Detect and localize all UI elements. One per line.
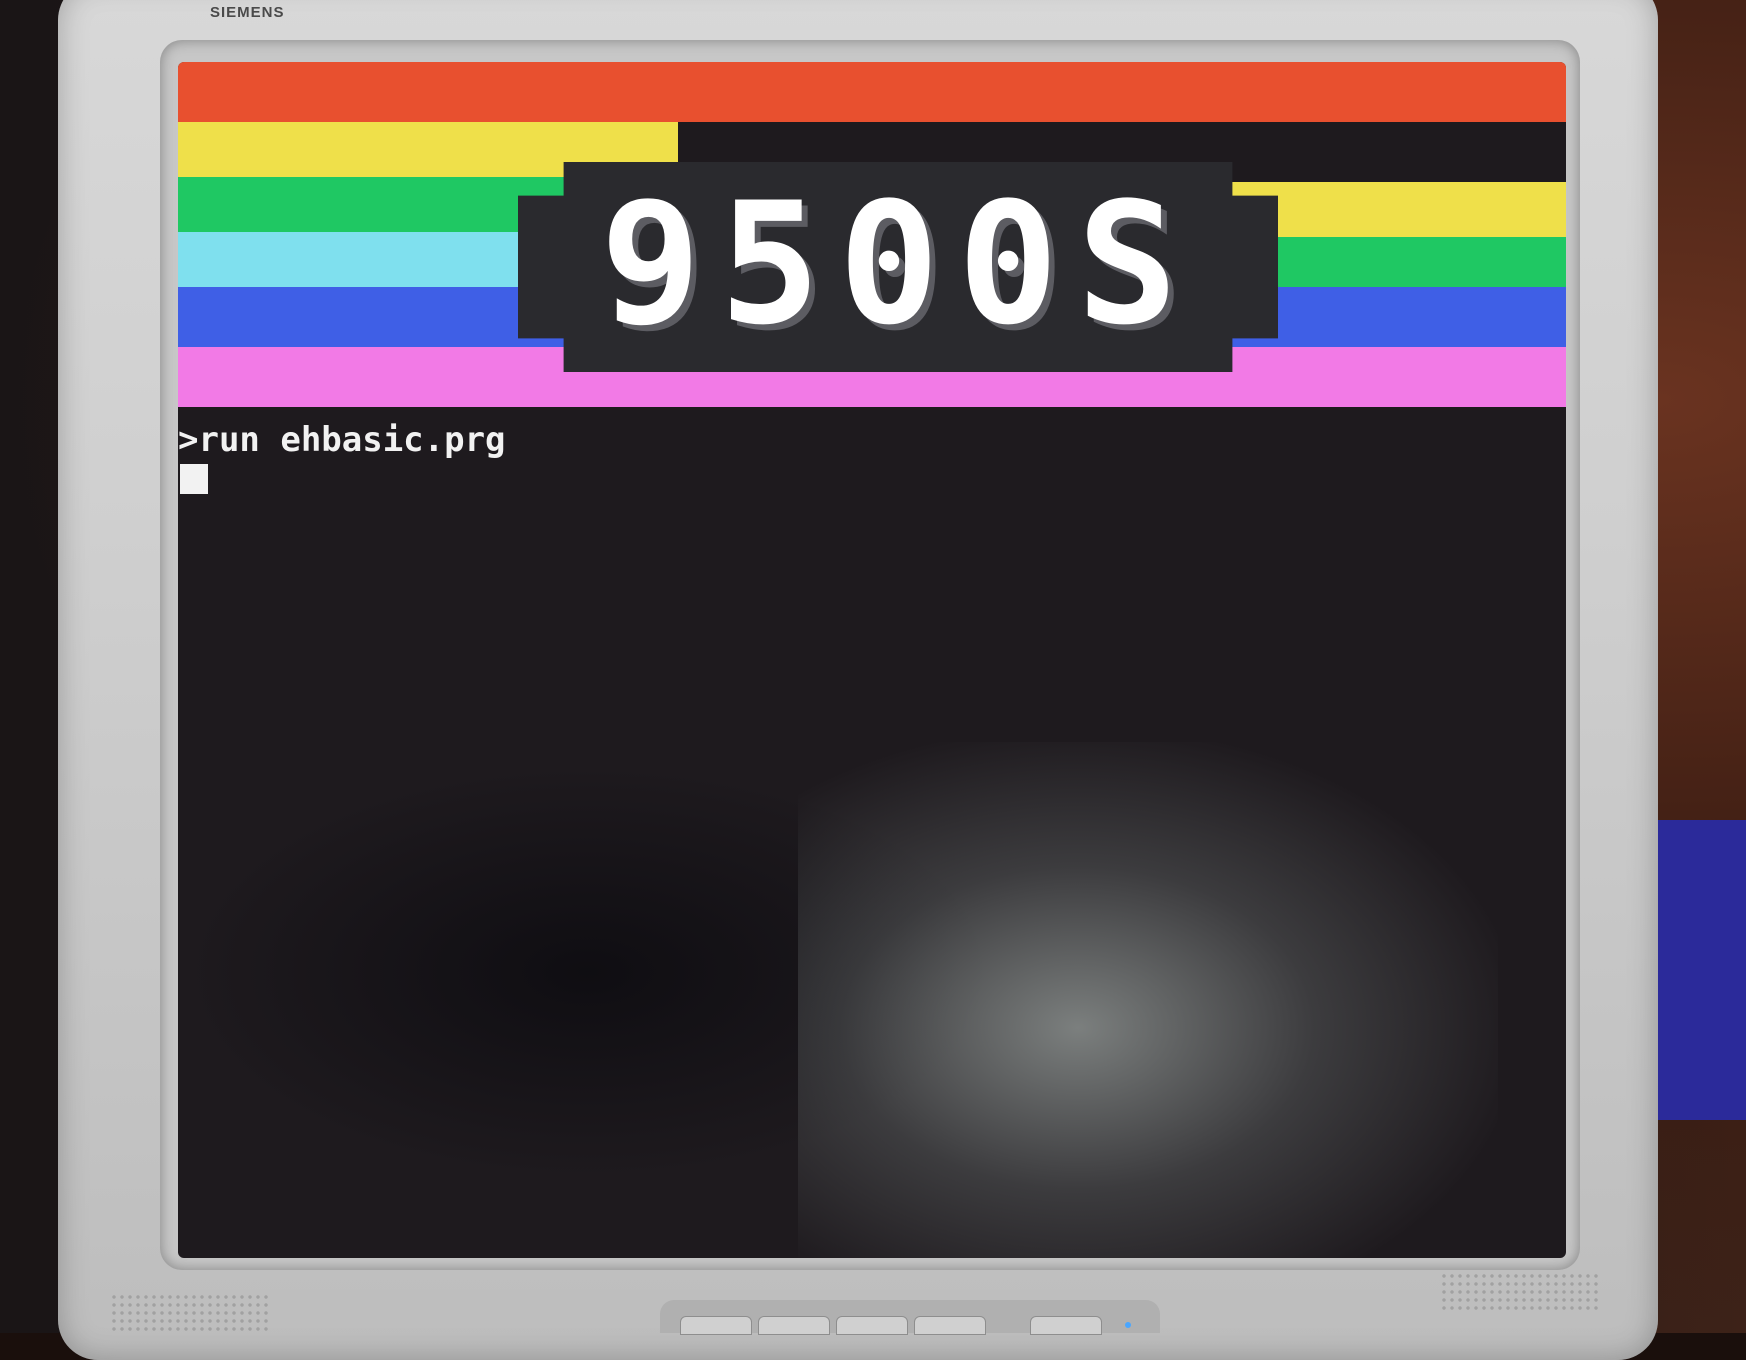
speaker-grille-right (1440, 1272, 1600, 1312)
monitor-screen[interactable]: 9500S >run ehbasic.prg (178, 62, 1566, 1258)
monitor-button-2[interactable] (758, 1316, 830, 1335)
monitor-button-4[interactable] (914, 1316, 986, 1335)
system-logo: 9500S (600, 166, 1196, 362)
terminal-cursor[interactable] (180, 464, 208, 494)
banner-stripe-red (178, 62, 1566, 122)
screen-reflection-light (798, 742, 1498, 1258)
background-blue-panel (1656, 820, 1746, 1120)
power-led-icon (1125, 1322, 1131, 1328)
monitor-button-3[interactable] (836, 1316, 908, 1335)
terminal-prompt-line: >run ehbasic.prg (178, 420, 506, 460)
monitor-brand-label: SIEMENS (210, 4, 285, 21)
monitor-power-button[interactable] (1030, 1316, 1102, 1335)
monitor-button-1[interactable] (680, 1316, 752, 1335)
speaker-grille-left (110, 1293, 270, 1333)
